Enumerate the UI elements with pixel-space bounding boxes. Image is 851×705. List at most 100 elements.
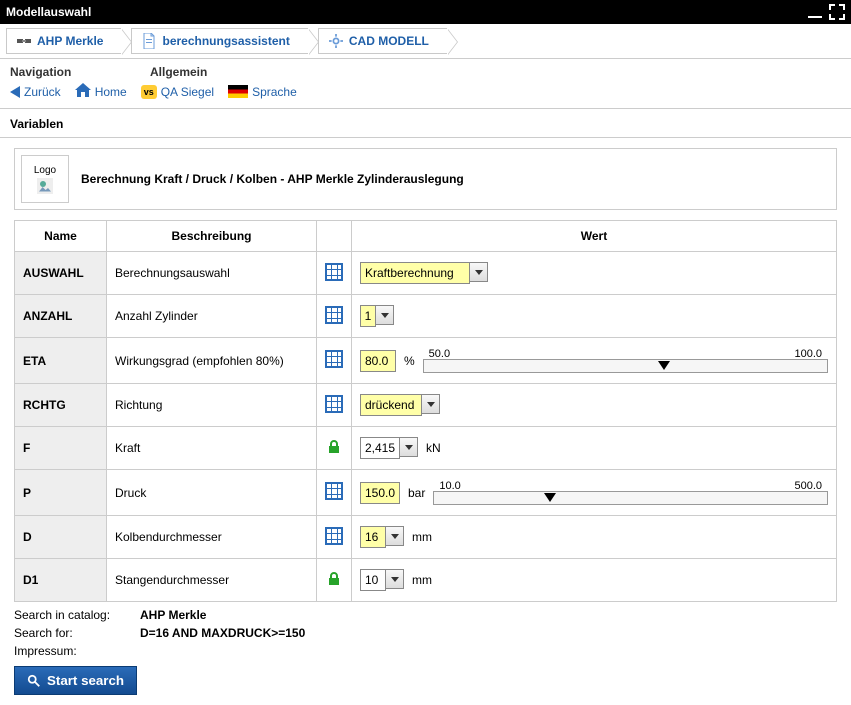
table-row: RCHTG Richtung drückend (15, 384, 837, 427)
anzahl-select[interactable]: 1 (360, 305, 394, 327)
var-desc: Wirkungsgrad (empfohlen 80%) (107, 338, 317, 384)
back-button[interactable]: Zurück (10, 85, 61, 99)
p-slider[interactable] (433, 491, 828, 505)
search-catalog-label: Search in catalog: (14, 608, 134, 622)
eta-unit: % (404, 354, 415, 368)
var-name: D1 (15, 559, 107, 602)
var-desc: Berechnungsauswahl (107, 252, 317, 295)
d-select[interactable]: 16 (360, 526, 404, 548)
logo-box: Logo (21, 155, 69, 203)
grid-icon[interactable] (325, 482, 343, 500)
lock-icon (326, 439, 342, 455)
search-for-label: Search for: (14, 626, 134, 640)
dropdown-icon[interactable] (422, 394, 440, 414)
qa-siegel-button[interactable]: vs QA Siegel (141, 85, 214, 99)
d-unit: mm (412, 530, 432, 544)
breadcrumb-label: AHP Merkle (37, 34, 103, 48)
th-name: Name (15, 221, 107, 252)
var-name: RCHTG (15, 384, 107, 427)
f-unit: kN (426, 441, 441, 455)
search-icon (27, 674, 41, 688)
var-desc: Kolbendurchmesser (107, 516, 317, 559)
d-value: 16 (360, 526, 386, 548)
table-row: ETA Wirkungsgrad (empfohlen 80%) 80.0 % … (15, 338, 837, 384)
window-titlebar: Modellauswahl (0, 0, 851, 24)
th-value: Wert (352, 221, 837, 252)
lock-icon (326, 571, 342, 587)
qa-badge-icon: vs (141, 85, 157, 99)
breadcrumb-berechnungsassistent[interactable]: berechnungsassistent (131, 28, 307, 54)
p-input[interactable]: 150.0 (360, 482, 400, 504)
th-desc: Beschreibung (107, 221, 317, 252)
breadcrumb-label: berechnungsassistent (162, 34, 289, 48)
search-catalog-line: Search in catalog: AHP Merkle (14, 606, 837, 624)
slider-thumb-icon[interactable] (544, 493, 556, 502)
document-icon (142, 34, 156, 48)
page-title: Berechnung Kraft / Druck / Kolben - AHP … (81, 172, 464, 186)
auswahl-value: Kraftberechnung (360, 262, 470, 284)
dropdown-icon[interactable] (400, 437, 418, 457)
sprache-label: Sprache (252, 85, 297, 99)
var-desc: Stangendurchmesser (107, 559, 317, 602)
start-search-button[interactable]: Start search (14, 666, 137, 695)
var-desc: Kraft (107, 427, 317, 470)
variablen-heading: Variablen (0, 109, 851, 138)
search-catalog-value: AHP Merkle (140, 608, 206, 622)
broken-image-icon (37, 178, 53, 194)
table-row: ANZAHL Anzahl Zylinder 1 (15, 295, 837, 338)
table-row: AUSWAHL Berechnungsauswahl Kraftberechnu… (15, 252, 837, 295)
connector-icon (17, 34, 31, 48)
table-row: F Kraft 2,415 kN (15, 427, 837, 470)
dropdown-icon[interactable] (376, 305, 394, 325)
grid-icon[interactable] (325, 306, 343, 324)
minimize-icon[interactable] (807, 4, 823, 20)
var-name: D (15, 516, 107, 559)
f-value: 2,415 (360, 437, 400, 459)
search-for-line: Search for: D=16 AND MAXDRUCK>=150 (14, 624, 837, 642)
var-desc: Anzahl Zylinder (107, 295, 317, 338)
d1-unit: mm (412, 573, 432, 587)
dropdown-icon[interactable] (470, 262, 488, 282)
sprache-button[interactable]: Sprache (228, 85, 297, 99)
impressum-label: Impressum: (14, 644, 134, 658)
variables-table: Name Beschreibung Wert AUSWAHL Berechnun… (14, 220, 837, 602)
expand-icon[interactable] (829, 4, 845, 20)
anzahl-value: 1 (360, 305, 376, 327)
flag-de-icon (228, 85, 248, 98)
home-label: Home (95, 85, 127, 99)
table-row: D Kolbendurchmesser 16 mm (15, 516, 837, 559)
auswahl-select[interactable]: Kraftberechnung (360, 262, 488, 284)
var-desc: Druck (107, 470, 317, 516)
logo-text: Logo (34, 165, 56, 176)
window-title: Modellauswahl (6, 5, 91, 19)
d1-value: 10 (360, 569, 386, 591)
eta-input[interactable]: 80.0 (360, 350, 396, 372)
p-unit: bar (408, 486, 425, 500)
eta-slider[interactable] (423, 359, 828, 373)
start-search-label: Start search (47, 673, 124, 688)
home-icon (75, 83, 91, 100)
breadcrumb-ahp-merkle[interactable]: AHP Merkle (6, 28, 121, 54)
allgemein-heading: Allgemein (150, 65, 207, 79)
home-button[interactable]: Home (75, 83, 127, 100)
toolbar: Zurück Home vs QA Siegel Sprache (0, 81, 851, 109)
grid-icon[interactable] (325, 350, 343, 368)
slider-thumb-icon[interactable] (658, 361, 670, 370)
section-labels: Navigation Allgemein (0, 59, 851, 81)
var-name: F (15, 427, 107, 470)
th-icon (317, 221, 352, 252)
grid-icon[interactable] (325, 395, 343, 413)
dropdown-icon[interactable] (386, 526, 404, 546)
rchtg-select[interactable]: drückend (360, 394, 440, 416)
f-select[interactable]: 2,415 (360, 437, 418, 459)
navigation-heading: Navigation (10, 65, 150, 79)
grid-icon[interactable] (325, 527, 343, 545)
grid-icon[interactable] (325, 263, 343, 281)
breadcrumb: AHP Merkle berechnungsassistent CAD MODE… (0, 24, 851, 59)
breadcrumb-cad-modell[interactable]: CAD MODELL (318, 28, 447, 54)
page-header-box: Logo Berechnung Kraft / Druck / Kolben -… (14, 148, 837, 210)
d1-select[interactable]: 10 (360, 569, 404, 591)
dropdown-icon[interactable] (386, 569, 404, 589)
back-label: Zurück (24, 85, 61, 99)
var-name: ETA (15, 338, 107, 384)
